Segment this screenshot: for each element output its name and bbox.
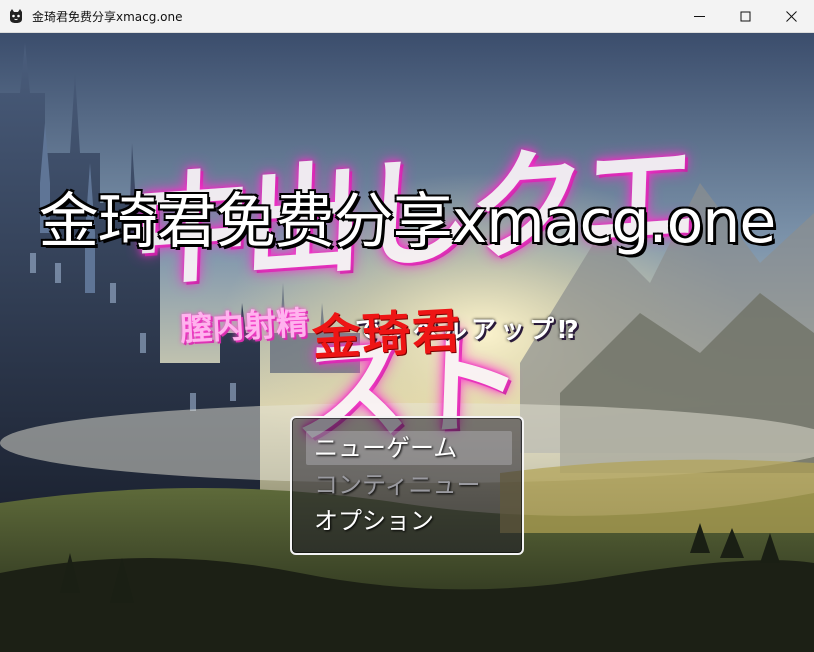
title-menu: ニューゲーム コンティニュー オプション [290,416,524,555]
watermark-overlay: 金琦君免费分享xmacg.one [38,186,778,258]
maximize-icon [740,11,750,21]
game-window: 金琦君免费分享xmacg.one 中出しクエスト 膣内射精 でレベルアップ⁉ 金… [0,0,814,652]
close-button[interactable] [768,0,814,32]
game-canvas[interactable]: 中出しクエスト 膣内射精 でレベルアップ⁉ 金琦君 金琦君免费分享xmacg.o… [0,33,814,652]
minimize-icon [693,15,705,17]
logo-subtitle: 膣内射精 [179,303,310,349]
maximize-button[interactable] [722,0,768,32]
menu-item-new-game[interactable]: ニューゲーム [306,431,512,465]
title-bar[interactable]: 金琦君免费分享xmacg.one [0,0,814,33]
cat-app-icon [10,9,22,23]
minimize-button[interactable] [676,0,722,32]
window-controls [676,0,814,32]
menu-item-options[interactable]: オプション [306,504,512,538]
window-title: 金琦君免费分享xmacg.one [32,9,183,24]
menu-item-continue[interactable]: コンティニュー [306,468,512,502]
watermark-red: 金琦君 [310,303,464,367]
close-icon [785,10,797,22]
